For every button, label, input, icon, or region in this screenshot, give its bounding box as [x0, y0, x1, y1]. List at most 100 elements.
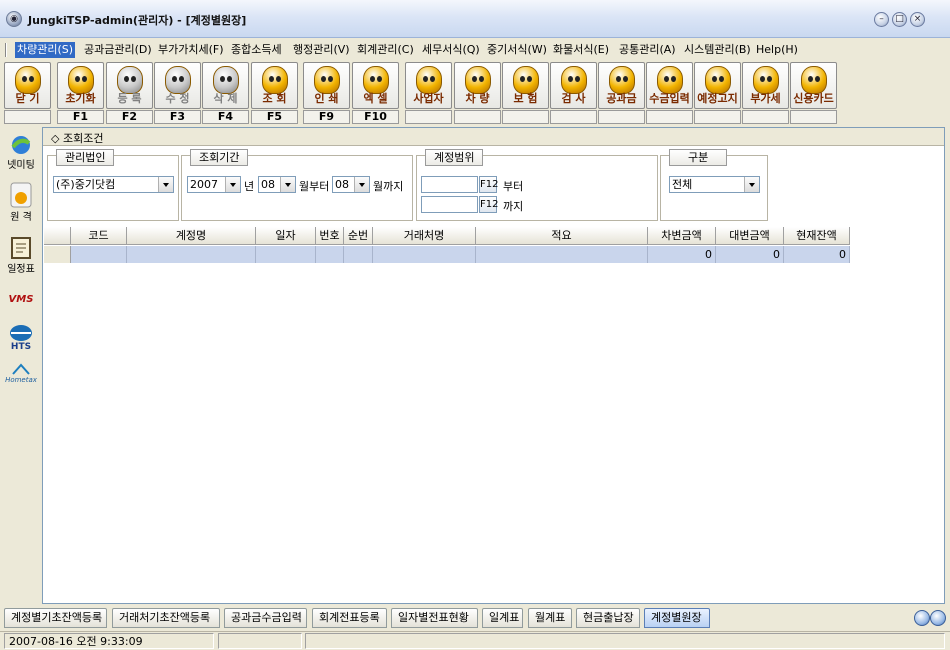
tab-daily-sheet[interactable]: 일계표 [482, 608, 523, 628]
cell-partner-name[interactable] [373, 246, 476, 263]
category-select[interactable]: 전체 [669, 176, 760, 193]
col-sequence[interactable]: 순번 [344, 227, 373, 245]
insurance-button[interactable]: 보 험 [502, 62, 549, 109]
notice-button[interactable]: 예정고지 [694, 62, 741, 109]
app-icon[interactable]: ◉ [6, 11, 22, 27]
netmeeting-launcher[interactable]: 넷미팅 [2, 134, 40, 171]
vehicle-shortcut [454, 110, 501, 124]
col-date[interactable]: 일자 [256, 227, 316, 245]
col-number[interactable]: 번호 [316, 227, 344, 245]
inspection-button[interactable]: 검 사 [550, 62, 597, 109]
category-group-title: 구분 [669, 149, 728, 166]
menu-admin[interactable]: 행정관리(V) [291, 42, 352, 58]
vat-button[interactable]: 부가세 [742, 62, 789, 109]
utility-button[interactable]: 공과금 [598, 62, 645, 109]
edit-button[interactable]: 수 정 [154, 62, 201, 109]
excel-button[interactable]: 엑 셀 [352, 62, 399, 109]
tab-utility-collection[interactable]: 공과금수금입력 [224, 608, 307, 628]
cell-number[interactable] [316, 246, 344, 263]
vehicle-button[interactable]: 차 량 [454, 62, 501, 109]
tab-monthly-sheet[interactable]: 월계표 [528, 608, 572, 628]
menu-accounting[interactable]: 회계관리(C) [355, 42, 416, 58]
menu-cargo-forms[interactable]: 화물서식(E) [551, 42, 611, 58]
cell-account-name[interactable] [127, 246, 256, 263]
print-button[interactable]: 인 쇄 [303, 62, 350, 109]
period-group-title: 조회기간 [190, 149, 249, 166]
menu-tax-forms[interactable]: 세무서식(Q) [420, 42, 482, 58]
delete-button[interactable]: 삭 제 [202, 62, 249, 109]
chevron-down-icon[interactable] [280, 177, 295, 192]
corp-select[interactable]: (주)중기닷컴 [53, 176, 174, 193]
table-row[interactable]: 0 0 0 [44, 246, 850, 263]
cell-description[interactable] [476, 246, 648, 263]
tab-account-ledger[interactable]: 계정별원장 [644, 608, 710, 628]
col-partner-name[interactable]: 거래처명 [373, 227, 476, 245]
close-button[interactable]: 닫 기 [4, 62, 51, 109]
menu-vat[interactable]: 부가가치세(F) [156, 42, 226, 58]
tab-cash-book[interactable]: 현금출납장 [576, 608, 640, 628]
menu-income-tax[interactable]: 종합소득세 [229, 42, 284, 58]
prev-tab-icon[interactable] [914, 610, 930, 626]
remote-launcher[interactable]: 원 격 [2, 182, 40, 223]
inspection-shortcut [550, 110, 597, 124]
menu-vehicle[interactable]: 차량관리(S) [15, 42, 76, 58]
account-to-suffix: 까지 [503, 200, 524, 213]
account-from-input[interactable] [421, 176, 478, 193]
menu-system[interactable]: 시스템관리(B) [682, 42, 753, 58]
minimize-button[interactable]: – [874, 12, 889, 27]
row-indicator[interactable] [44, 246, 71, 263]
col-balance[interactable]: 현재잔액 [784, 227, 850, 245]
schedule-launcher[interactable]: 일정표 [2, 236, 40, 275]
search-button[interactable]: 조 회 [251, 62, 298, 109]
chevron-down-icon[interactable] [158, 177, 173, 192]
close-button[interactable]: × [910, 12, 925, 27]
tab-journal-entry[interactable]: 회계전표등록 [312, 608, 387, 628]
account-to-lookup-button[interactable]: F12 [479, 196, 498, 213]
collection-button[interactable]: 수금입력 [646, 62, 693, 109]
corp-select-value: (주)중기닷컴 [56, 178, 116, 191]
tab-partner-opening-balance[interactable]: 거래처기초잔액등록 [112, 608, 220, 628]
col-description[interactable]: 적요 [476, 227, 648, 245]
corp-group: 관리법인 (주)중기닷컴 [47, 149, 179, 221]
credit-card-button[interactable]: 신용카드 [790, 62, 837, 109]
cell-date[interactable] [256, 246, 316, 263]
cell-sequence[interactable] [344, 246, 373, 263]
month-to-value: 08 [335, 178, 349, 191]
col-credit[interactable]: 대변금액 [716, 227, 784, 245]
chevron-down-icon[interactable] [744, 177, 759, 192]
hometax-launcher[interactable]: Hometax [2, 362, 40, 384]
next-tab-icon[interactable] [930, 610, 946, 626]
delete-label: 삭 제 [213, 92, 238, 105]
cell-credit[interactable]: 0 [716, 246, 784, 263]
category-select-value: 전체 [672, 178, 693, 191]
chevron-down-icon[interactable] [354, 177, 369, 192]
tab-account-opening-balance[interactable]: 계정별기초잔액등록 [4, 608, 107, 628]
col-account-name[interactable]: 계정명 [127, 227, 256, 245]
restore-button[interactable]: □ [892, 12, 907, 27]
menu-utility[interactable]: 공과금관리(D) [82, 42, 154, 58]
cell-debit[interactable]: 0 [648, 246, 716, 263]
title-bar: ◉ JungkiTSP-admin(관리자) - [계정별원장] – □ × [0, 0, 950, 38]
reset-button[interactable]: 초기화 [57, 62, 104, 109]
account-from-lookup-button[interactable]: F12 [479, 176, 498, 193]
chevron-down-icon[interactable] [225, 177, 240, 192]
register-button[interactable]: 등 록 [106, 62, 153, 109]
col-debit[interactable]: 차변금액 [648, 227, 716, 245]
account-to-input[interactable] [421, 196, 478, 213]
vms-launcher[interactable]: VMS [2, 294, 40, 305]
menu-equipment-forms[interactable]: 중기서식(W) [485, 42, 549, 58]
col-code[interactable]: 코드 [71, 227, 127, 245]
tab-daily-voucher-status[interactable]: 일자별전표현황 [391, 608, 478, 628]
year-select[interactable]: 2007 [187, 176, 241, 193]
business-button[interactable]: 사업자 [405, 62, 452, 109]
cell-balance[interactable]: 0 [784, 246, 850, 263]
cell-code[interactable] [71, 246, 127, 263]
month-to-select[interactable]: 08 [332, 176, 370, 193]
month-from-select[interactable]: 08 [258, 176, 296, 193]
menu-common[interactable]: 공통관리(A) [617, 42, 678, 58]
grid-header: 코드 계정명 일자 번호 순번 거래처명 적요 차변금액 대변금액 현재잔액 [44, 227, 850, 245]
hts-launcher[interactable]: HTS [2, 324, 40, 352]
menu-help[interactable]: Help(H) [754, 42, 800, 58]
window-title: JungkiTSP-admin(관리자) - [계정별원장] [28, 14, 247, 27]
edit-shortcut: F3 [154, 110, 201, 124]
